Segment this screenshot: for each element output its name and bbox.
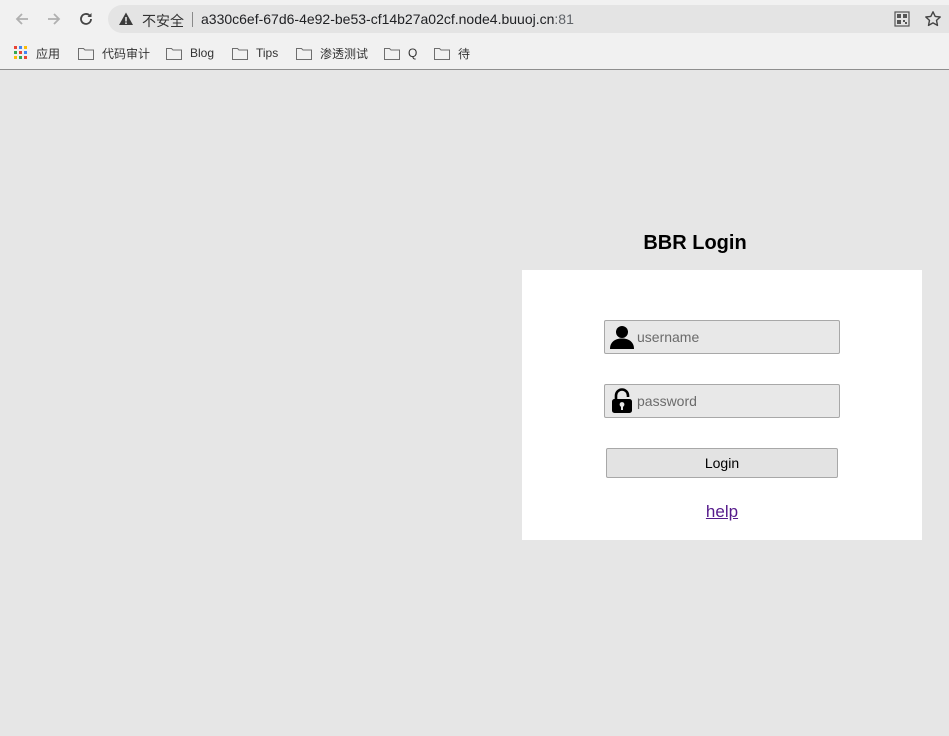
bookmark-apps[interactable]: 应用 — [14, 43, 60, 63]
security-status-label[interactable]: 不安全 — [142, 11, 184, 31]
bookmark-folder[interactable]: 待 — [434, 43, 470, 63]
password-field[interactable] — [604, 384, 840, 418]
warning-icon — [119, 12, 133, 25]
reload-button[interactable] — [75, 8, 97, 30]
qr-code-icon[interactable] — [894, 11, 910, 27]
folder-icon — [232, 47, 248, 60]
bookmark-label: Tips — [256, 46, 279, 60]
apps-grid-icon — [14, 46, 27, 59]
bookmark-label: 应用 — [36, 46, 61, 61]
address-bar[interactable]: 不安全 a330c6ef-67d6-4e92-be53-cf14b27a02cf… — [108, 5, 949, 33]
folder-icon — [434, 47, 450, 60]
address-separator — [192, 12, 193, 27]
folder-icon — [166, 47, 182, 60]
login-button[interactable]: Login — [606, 448, 838, 478]
arrow-right-icon — [48, 13, 61, 25]
bookmark-label: Q — [408, 46, 418, 60]
login-form: Login help — [522, 270, 922, 540]
page-title: BBR Login — [643, 232, 747, 254]
bookmark-folder[interactable]: Tips — [232, 43, 278, 63]
bookmark-folder[interactable]: Q — [384, 43, 417, 63]
bookmark-folder[interactable]: 代码审计 — [78, 43, 150, 63]
bookmark-folder[interactable]: Blog — [166, 43, 214, 63]
forward-button[interactable] — [43, 8, 65, 30]
username-input[interactable] — [637, 321, 833, 353]
folder-icon — [384, 47, 400, 60]
bookmark-label: 待 — [458, 46, 471, 61]
folder-icon — [78, 47, 94, 60]
back-button[interactable] — [11, 8, 33, 30]
bookmark-star-icon[interactable] — [924, 10, 942, 28]
user-icon — [610, 326, 634, 349]
bookmark-folder[interactable]: 渗透测试 — [296, 43, 368, 63]
bookmarks-bar: 应用 代码审计 Blog Tips 渗透测试 Q 待 — [0, 38, 949, 70]
url-port: :81 — [554, 11, 574, 27]
username-field[interactable] — [604, 320, 840, 354]
bookmark-label: 渗透测试 — [320, 46, 369, 61]
bookmark-label: 代码审计 — [102, 46, 151, 61]
url-host: a330c6ef-67d6-4e92-be53-cf14b27a02cf.nod… — [201, 11, 555, 27]
folder-icon — [296, 47, 312, 60]
address-url[interactable]: a330c6ef-67d6-4e92-be53-cf14b27a02cf.nod… — [201, 11, 574, 27]
padlock-icon — [612, 388, 632, 413]
reload-icon — [80, 13, 92, 25]
help-link[interactable]: help — [522, 502, 922, 522]
browser-toolbar: 不安全 a330c6ef-67d6-4e92-be53-cf14b27a02cf… — [0, 0, 949, 38]
password-input[interactable] — [637, 385, 833, 417]
bookmark-label: Blog — [190, 46, 215, 60]
arrow-left-icon — [15, 13, 28, 25]
